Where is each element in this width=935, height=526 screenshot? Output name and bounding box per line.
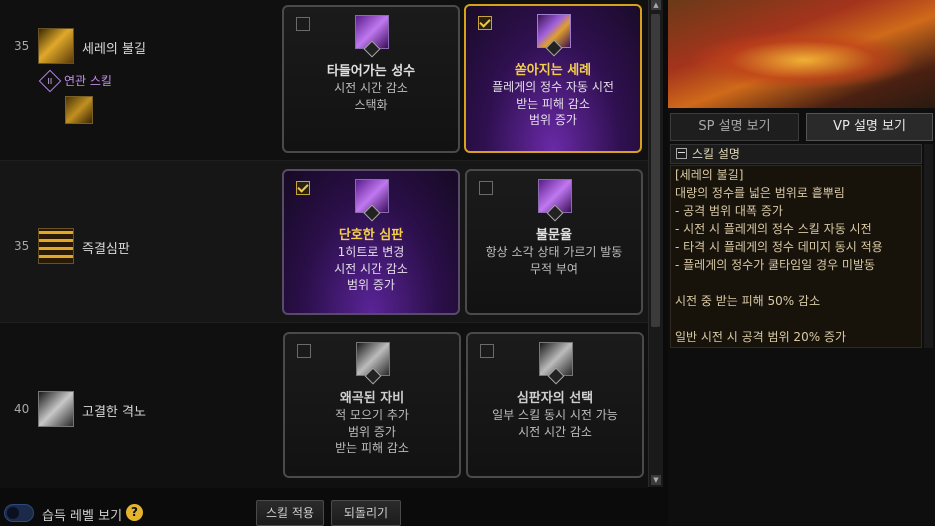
skill-desc-body: [세레의 불길] 대량의 정수를 넓은 범위로 흩뿌림 - 공격 범위 대폭 증… (670, 165, 922, 348)
option-card-0-2[interactable]: 쏟아지는 세례 플레게의 정수 자동 시전 받는 피해 감소 범위 증가 (464, 4, 642, 153)
skill-desc-header[interactable]: 스킬 설명 (670, 144, 922, 164)
option-title: 쏟아지는 세례 (514, 63, 592, 78)
roman-two-icon: II (38, 69, 62, 92)
option-checkbox[interactable] (296, 17, 310, 31)
option-title: 심판자의 선택 (516, 391, 594, 406)
desc-line: - 시전 시 플레게의 정수 스킬 자동 시전 (675, 222, 872, 236)
tab-sp-description[interactable]: SP 설명 보기 (670, 113, 799, 141)
skill-row: 40 고결한 격노 왜곡된 자비 적 모으기 추가 범위 증가 받는 피해 감소… (0, 322, 648, 488)
skill-name: 즉결심판 (82, 242, 130, 257)
skill-option-panel: 35 세레의 불길 II 연관 스킬 타들어가는 성수 시전 시간 감소 스택화… (0, 0, 663, 526)
related-skill-icon[interactable] (65, 96, 93, 124)
option-title: 단호한 심판 (338, 228, 404, 243)
tab-vp-description[interactable]: VP 설명 보기 (806, 113, 933, 141)
skill-row: 35 세레의 불길 II 연관 스킬 타들어가는 성수 시전 시간 감소 스택화… (0, 0, 648, 160)
desc-scrollbar[interactable] (924, 144, 933, 348)
toggle-label: 습득 레벨 보기 (42, 509, 123, 524)
help-icon[interactable]: ? (126, 504, 143, 521)
skill-level: 35 (14, 239, 30, 253)
scroll-up-icon[interactable]: ▲ (651, 0, 661, 10)
skill-row: 35 즉결심판 단호한 심판 1히트로 변경 시전 시간 감소 범위 증가 불문… (0, 160, 648, 323)
option-card-2-2[interactable]: 심판자의 선택 일부 스킬 동시 시전 가능 시전 시간 감소 (466, 332, 644, 478)
slash-icon[interactable] (38, 391, 74, 427)
scroll-down-icon[interactable]: ▼ (651, 475, 661, 485)
desc-line (675, 310, 921, 328)
desc-line: 대량의 정수를 넓은 범위로 흩뿌림 (675, 186, 845, 200)
option-card-0-1[interactable]: 타들어가는 성수 시전 시간 감소 스택화 (282, 5, 460, 153)
option-desc: 항상 소각 상태 가르기 발동 무적 부여 (485, 245, 623, 276)
skill-preview-image (668, 0, 935, 108)
option-card-1-2[interactable]: 불문율 항상 소각 상태 가르기 발동 무적 부여 (465, 169, 643, 315)
option-title: 불문율 (536, 228, 572, 243)
option-desc: 적 모으기 추가 범위 증가 받는 피해 감소 (335, 408, 409, 455)
bottom-bar: 습득 레벨 보기 ? 스킬 적용 되돌리기 (0, 489, 662, 526)
desc-line (675, 274, 921, 292)
desc-line: 시전 중 받는 피해 50% 감소 (675, 294, 821, 308)
option-desc: 플레게의 정수 자동 시전 받는 피해 감소 범위 증가 (492, 80, 614, 127)
option-checkbox-checked[interactable] (478, 16, 492, 30)
revert-button[interactable]: 되돌리기 (331, 500, 401, 526)
option-title: 타들어가는 성수 (326, 64, 416, 79)
option-desc: 1히트로 변경 시전 시간 감소 범위 증가 (334, 245, 408, 292)
right-panel: SP 설명 보기 VP 설명 보기 스킬 설명 [세레의 불길] 대량의 정수를… (668, 0, 935, 525)
option-checkbox[interactable] (297, 344, 311, 358)
desc-line: [세레의 불길] (675, 168, 744, 182)
related-skill-label: II 연관 스킬 (38, 69, 112, 92)
desc-line: - 타격 시 플레게의 정수 데미지 동시 적용 (675, 240, 883, 254)
skill-level: 35 (14, 39, 30, 53)
option-desc: 시전 시간 감소 스택화 (334, 81, 408, 112)
desc-line: - 플레게의 정수가 쿨타임일 경우 미발동 (675, 258, 876, 272)
level-view-toggle[interactable] (4, 504, 34, 522)
option-checkbox[interactable] (480, 344, 494, 358)
skill-level: 40 (14, 402, 30, 416)
option-card-2-1[interactable]: 왜곡된 자비 적 모으기 추가 범위 증가 받는 피해 감소 (283, 332, 461, 478)
flame-icon[interactable] (38, 28, 74, 64)
skill-name: 세레의 불길 (82, 42, 146, 57)
option-checkbox-checked[interactable] (296, 181, 310, 195)
desc-line: - 공격 범위 대폭 증가 (675, 204, 783, 218)
option-checkbox[interactable] (479, 181, 493, 195)
vertical-scrollbar[interactable]: ▲ ▼ (648, 0, 663, 487)
option-card-1-1[interactable]: 단호한 심판 1히트로 변경 시전 시간 감소 범위 증가 (282, 169, 460, 315)
scroll-thumb[interactable] (651, 14, 660, 327)
desc-line: 일반 시전 시 공격 범위 20% 증가 (675, 330, 846, 344)
collapse-icon[interactable] (676, 148, 687, 159)
judgment-icon[interactable] (38, 228, 74, 264)
apply-skill-button[interactable]: 스킬 적용 (256, 500, 324, 526)
skill-name: 고결한 격노 (82, 405, 146, 420)
option-title: 왜곡된 자비 (339, 391, 405, 406)
option-desc: 일부 스킬 동시 시전 가능 시전 시간 감소 (492, 408, 618, 439)
